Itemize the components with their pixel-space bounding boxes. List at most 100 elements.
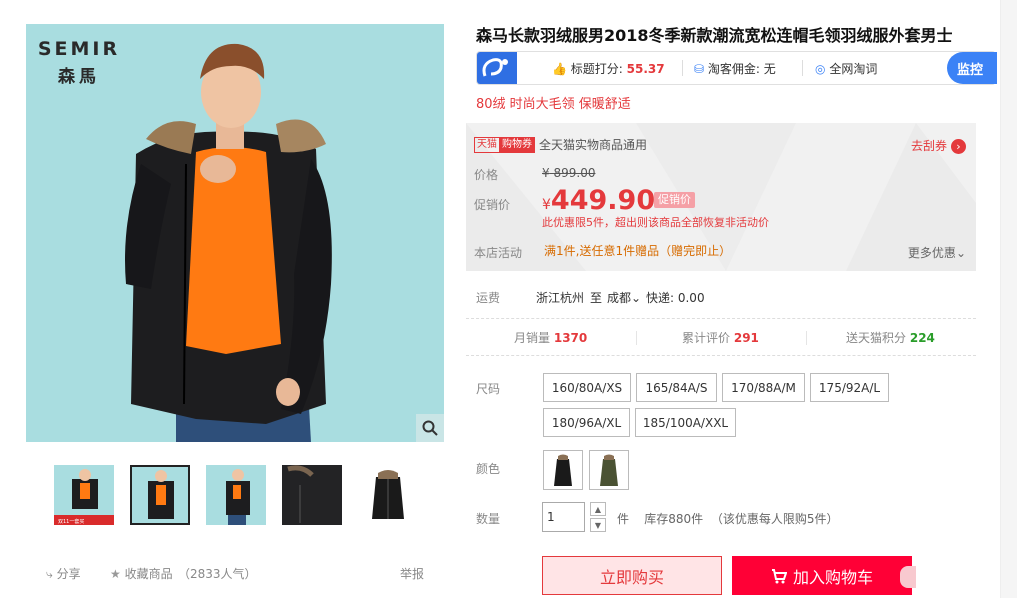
buy-now-button[interactable]: 立即购买 (542, 556, 722, 595)
coupon-text: 全天猫实物商品通用 (539, 138, 648, 152)
chevron-down-icon: ⌄ (955, 246, 966, 260)
original-price: ¥ 899.00 (542, 166, 595, 180)
shipping-label: 运费 (476, 291, 501, 305)
divider (802, 60, 803, 76)
thumbnail-selected[interactable] (130, 465, 190, 525)
plugin-logo-icon (477, 52, 517, 84)
quantity-input[interactable]: 1 (542, 502, 585, 532)
review-count-value: 291 (733, 331, 759, 345)
quantity-increase-button[interactable]: ▲ (590, 502, 606, 516)
size-option[interactable]: 165/84A/S (636, 373, 717, 402)
size-option[interactable]: 185/100A/XXL (635, 408, 736, 437)
thumb1-caption: 双11一套买 (58, 518, 84, 525)
stock-note: （该优惠每人限购5件） (710, 512, 839, 526)
thumbnail[interactable] (282, 465, 342, 525)
promo-price-value: 449.90 (550, 185, 656, 216)
thumbnail-strip: 双11一套买 (54, 465, 424, 525)
shipping-row: 运费 浙江杭州 至 成都⌄ 快递: 0.00 (466, 287, 976, 307)
favorite-link[interactable]: ★ 收藏商品 (110, 565, 173, 582)
star-icon: ★ (110, 567, 121, 581)
page-scrollbar[interactable] (1000, 0, 1017, 598)
add-to-cart-button[interactable]: 加入购物车 (732, 556, 912, 595)
report-link[interactable]: 举报 (400, 565, 424, 582)
magnifier-icon[interactable] (416, 414, 444, 442)
title-score-value: 55.37 (626, 62, 665, 76)
price-label: 价格 (474, 168, 499, 182)
more-promotions-label: 更多优惠 (907, 246, 956, 260)
keyword-search-link[interactable]: ◎ 全网淘词 (815, 60, 877, 77)
size-option[interactable]: 175/92A/L (810, 373, 889, 402)
search-circle-icon: ◎ (815, 62, 826, 76)
color-label: 颜色 (476, 462, 501, 476)
get-coupon-link[interactable]: 去刮券 › (911, 137, 966, 154)
share-row: ⤷ 分享 ★ 收藏商品 （2833人气） 举报 (46, 565, 426, 583)
monitor-button[interactable]: 监控 (947, 52, 997, 84)
tmall-points-value: 224 (909, 331, 935, 345)
color-option-black[interactable] (543, 450, 583, 490)
promo-price-currency: ¥ (542, 197, 551, 213)
tmall-tag: 天猫 (474, 136, 500, 153)
size-option[interactable]: 170/88A/M (722, 373, 805, 402)
promo-badge: 促销价 (654, 192, 695, 208)
database-icon: ⛁ (694, 62, 705, 76)
plugin-toolbar: 👍 标题打分: 55.37 ⛁ 淘客佣金: 无 ◎ 全网淘词 监控 (476, 51, 997, 85)
add-to-cart-label: 加入购物车 (792, 567, 873, 587)
quantity-unit: 件 (617, 512, 630, 526)
thumbnail[interactable] (206, 465, 266, 525)
divider (636, 331, 637, 345)
thumbnail[interactable] (358, 465, 418, 525)
side-float-tab[interactable] (900, 566, 916, 588)
commission-info: ⛁ 淘客佣金: 无 (694, 60, 776, 77)
divider (466, 318, 976, 319)
share-label: 分享 (56, 567, 81, 581)
chevron-right-icon: › (951, 139, 966, 154)
divider (466, 355, 976, 356)
price-panel: 天猫 购物券 全天猫实物商品通用 去刮券 › 价格 ¥ 899.00 促销价 ¥449… (466, 123, 976, 271)
promo-price: ¥449.90 (542, 185, 655, 216)
limit-note: 此优惠限5件，超出则该商品全部恢复非活动价 (542, 216, 769, 229)
monthly-sales-value: 1370 (553, 331, 588, 345)
main-product-image[interactable]: SEMIR 森馬 (26, 24, 444, 442)
chevron-down-icon: ⌄ (631, 291, 642, 305)
keyword-search-label: 全网淘词 (829, 62, 878, 76)
original-price-currency: ¥ (542, 166, 550, 180)
tmall-points: 送天猫积分 224 (846, 329, 935, 346)
share-icon: ⤷ (46, 567, 53, 581)
tmall-points-label: 送天猫积分 (846, 331, 907, 345)
more-promotions-link[interactable]: 更多优惠⌄ (908, 244, 966, 261)
coupon-tag: 购物券 (499, 136, 535, 153)
stock-info: 件 库存880件 （该优惠每人限购5件） (617, 510, 838, 527)
title-score: 👍 标题打分: 55.37 (552, 60, 665, 77)
share-link[interactable]: ⤷ 分享 (46, 565, 81, 582)
product-title: 森马长款羽绒服男2018冬季新款潮流宽松连帽毛领羽绒服外套男士 (476, 26, 953, 45)
coupon-row: 天猫 购物券 全天猫实物商品通用 (474, 136, 647, 154)
product-subtitle: 80绒 时尚大毛领 保暖舒适 (476, 97, 631, 112)
commission-value: 无 (763, 62, 776, 76)
size-option[interactable]: 180/96A/XL (543, 408, 630, 437)
sales-stats: 月销量 1370 累计评价 291 送天猫积分 224 (466, 329, 976, 347)
size-option[interactable]: 160/80A/XS (543, 373, 631, 402)
get-coupon-label: 去刮券 (910, 139, 947, 153)
favorite-label: 收藏商品 (124, 567, 173, 581)
stock-count: 库存880件 (644, 512, 704, 526)
brand-logo-en: SEMIR (37, 38, 121, 60)
color-option-army-green[interactable] (589, 450, 629, 490)
brand-logo: SEMIR 森馬 (34, 38, 124, 87)
size-label: 尺码 (476, 382, 501, 396)
cart-icon (771, 568, 787, 583)
chevron-up-icon: ▲ (594, 504, 602, 514)
review-count[interactable]: 累计评价 291 (682, 329, 759, 346)
divider (806, 331, 807, 345)
product-page: SEMIR 森馬 双11一套买 ⤷ 分享 ★ 收藏商品 （2833人气） 举报 … (0, 0, 1017, 598)
review-count-label: 累计评价 (682, 331, 731, 345)
thumbnail[interactable]: 双11一套买 (54, 465, 114, 525)
monthly-sales: 月销量 1370 (514, 329, 587, 346)
store-activity-label: 本店活动 (474, 246, 523, 260)
quantity-label: 数量 (476, 512, 501, 526)
promo-price-label: 促销价 (474, 198, 511, 212)
shipping-from: 浙江杭州 (536, 291, 585, 305)
shipping-destination-select[interactable]: 成都⌄ (607, 289, 641, 306)
quantity-decrease-button[interactable]: ▼ (590, 518, 606, 532)
shipping-to-word: 至 (590, 291, 603, 305)
monthly-sales-label: 月销量 (514, 331, 551, 345)
